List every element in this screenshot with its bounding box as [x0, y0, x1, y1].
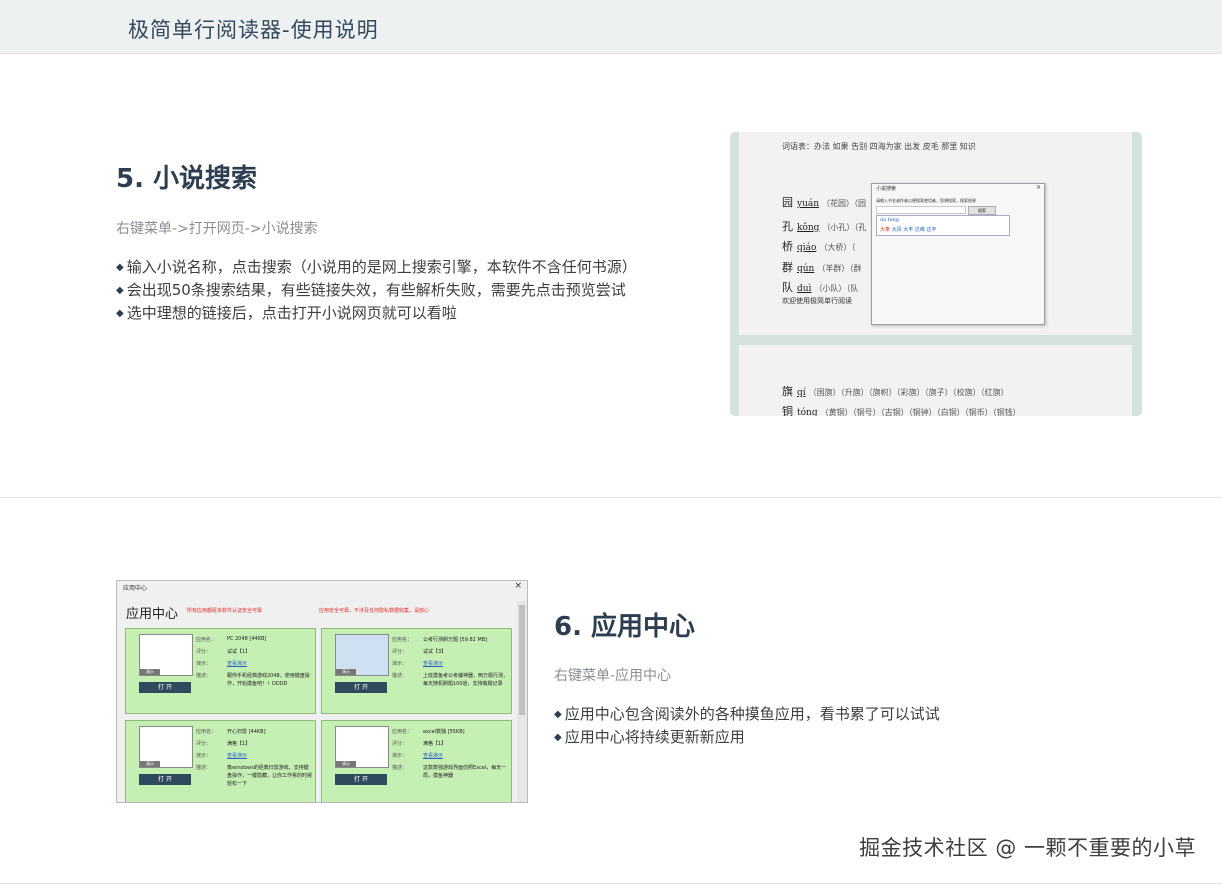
- open-button[interactable]: 打 开: [335, 774, 387, 785]
- app-rating: 试试【3】: [423, 649, 447, 655]
- suggestion-item[interactable]: 达丰: [926, 227, 936, 233]
- app-center-heading: 应用中心: [126, 607, 179, 622]
- suggestion-item[interactable]: 大奉: [880, 227, 890, 233]
- top-bar: 极简单行阅读器-使用说明: [0, 0, 1222, 54]
- app-rating: 满格【1】: [423, 741, 447, 747]
- demo-link[interactable]: 查看演示: [423, 752, 443, 759]
- hanzi-row: 园 yuán （花园）（园: [782, 196, 867, 209]
- app-card: 演示 打 开 应用名： 公考行测刷万题 [59.82 MB] 评分： 试试【3】…: [321, 628, 512, 714]
- hanzi-row: 孔 kǒng （小孔）（孔: [782, 220, 867, 233]
- app-description: 跟你手机经典游戏2048，使用键盘操作，开始摸鱼吧！！DDDD: [227, 673, 310, 687]
- search-dialog: 小说搜索 × 请输入书名或作者以便搜索使用者，您想搜索，搜索结果 搜索 da f…: [871, 183, 1045, 325]
- close-icon[interactable]: ×: [1036, 184, 1041, 191]
- diamond-icon: ◆: [554, 709, 562, 720]
- notice-text: 所有应用都经本软件认证安全可靠: [187, 608, 263, 614]
- hanzi-row: 队 duì （小队）（队: [782, 281, 859, 294]
- section-divider: [0, 497, 1222, 498]
- close-icon[interactable]: ×: [514, 581, 522, 591]
- reader-page: 词语表：办法 如果 告别 四海为家 出发 皮毛 那里 知识 园 yuán （花园）（…: [739, 132, 1132, 335]
- bullet-item: ◆ 会出现50条搜索结果，有些链接失效，有些解析失败，需要先点击预览尝试: [116, 281, 626, 299]
- section-6-title: 6. 应用中心: [554, 612, 696, 642]
- diamond-icon: ◆: [116, 262, 124, 273]
- app-name: PC 2048 [44KB]: [227, 636, 267, 642]
- app-thumbnail: 演示: [139, 726, 193, 768]
- reader-page-2: 旗 qí （国旗）（升旗）（旗帜）（彩旗）（旗子）（校旗）（红旗） 铜 tóng （黄铜…: [739, 345, 1132, 416]
- diamond-icon: ◆: [116, 308, 124, 319]
- app-description: 这款数独游戏界面仿照Excel，每天一局，摸鱼神器: [423, 765, 507, 779]
- hanzi-row: 铜 tóng （黄铜）（铜号）（古铜）（铜钟）（白铜）（铜币）（铜钱）: [782, 405, 1021, 416]
- demo-link[interactable]: 查看演示: [227, 660, 247, 667]
- app-thumbnail: 演示: [335, 634, 389, 676]
- section-5-subtitle: 右键菜单->打开网页->小说搜索: [116, 221, 318, 237]
- query-text: da feng: [880, 217, 900, 223]
- section-6-bullets: ◆ 应用中心包含阅读外的各种摸鱼应用，看书累了可以试试 ◆ 应用中心将持续更新新应用: [554, 703, 940, 749]
- app-rating: 试试【1】: [227, 649, 251, 655]
- open-button[interactable]: 打 开: [139, 774, 191, 785]
- app-center-screenshot: 应用中心 × 应用中心 所有应用都经本软件认证安全可靠 应用安全可靠，不涉及任何…: [116, 580, 528, 803]
- page-title: 极简单行阅读器-使用说明: [128, 18, 379, 42]
- diamond-icon: ◆: [116, 285, 124, 296]
- open-button[interactable]: 打 开: [139, 682, 191, 693]
- open-button[interactable]: 打 开: [335, 682, 387, 693]
- hanzi-row: 桥 qiáo （大桥）（: [782, 240, 856, 253]
- hanzi-row: 群 qún （羊群）（群: [782, 261, 862, 274]
- novel-search-screenshot: 词语表：办法 如果 告别 四海为家 出发 皮毛 那里 知识 园 yuán （花园）（…: [730, 132, 1142, 416]
- scrollbar-thumb[interactable]: [519, 605, 525, 715]
- app-card: 演示 打 开 应用名： 开心扫雷 [44KB] 评分： 满格【1】 演示： 查看…: [125, 720, 316, 802]
- app-description: 像windows的经典扫雷游戏，支持键盘操作，一键隐藏，让你工作累的时候轻松一下: [227, 765, 313, 787]
- bullet-item: ◆ 应用中心将持续更新新应用: [554, 728, 745, 746]
- suggestion-item[interactable]: 大风: [892, 227, 902, 233]
- app-description: 上班摸鱼考公考编神器，两万题行测，每天随机刷题100道，支持做题记录: [423, 673, 509, 687]
- app-name: 公考行测刷万题 [59.82 MB]: [423, 637, 488, 643]
- bullet-item: ◆ 输入小说名称，点击搜索（小说用的是网上搜索引擎，本软件不含任何书源）: [116, 258, 637, 276]
- suggestion-item[interactable]: 达峰: [915, 227, 925, 233]
- search-input[interactable]: [876, 206, 966, 214]
- app-name: excel数独 [55KB]: [423, 729, 465, 735]
- app-rating: 满格【1】: [227, 741, 251, 747]
- section-5-title: 5. 小说搜索: [116, 164, 258, 194]
- word-list: 词语表：办法 如果 告别 四海为家 出发 皮毛 那里 知识: [782, 142, 976, 151]
- demo-link[interactable]: 查看演示: [423, 660, 443, 667]
- app-card: 演示 打 开 应用名： excel数独 [55KB] 评分： 满格【1】 演示：…: [321, 720, 512, 802]
- welcome-text: 欢迎使用极简单行阅读: [782, 297, 852, 305]
- app-card: 演示 打 开 应用名： PC 2048 [44KB] 评分： 试试【1】 演示：…: [125, 628, 316, 714]
- app-thumbnail: 演示: [139, 634, 193, 676]
- app-name: 开心扫雷 [44KB]: [227, 729, 266, 735]
- suggestion-options: 大奉 大风 大丰 达峰 达丰: [880, 226, 936, 233]
- hanzi-row: 旗 qí （国旗）（升旗）（旗帜）（彩旗）（旗子）（校旗）（红旗）: [782, 385, 1009, 398]
- scrollbar[interactable]: [517, 601, 527, 802]
- notice-text: 应用安全可靠，不涉及任何隐私数据收集，请放心: [319, 608, 430, 614]
- section-5-bullets: ◆ 输入小说名称，点击搜索（小说用的是网上搜索引擎，本软件不含任何书源） ◆ 会出现…: [116, 256, 637, 325]
- search-button[interactable]: 搜索: [968, 206, 996, 215]
- window-title: 应用中心: [123, 585, 148, 592]
- dialog-hint: 请输入书名或作者以便搜索使用者，您想搜索，搜索结果: [876, 198, 976, 203]
- section-6-subtitle: 右键菜单-应用中心: [554, 668, 672, 684]
- demo-link[interactable]: 查看演示: [227, 752, 247, 759]
- section-divider: [0, 883, 1222, 884]
- bullet-item: ◆ 选中理想的链接后，点击打开小说网页就可以看啦: [116, 304, 457, 322]
- watermark: 掘金技术社区 @ 一颗不重要的小草: [859, 836, 1196, 860]
- app-thumbnail: 演示: [335, 726, 389, 768]
- suggestion-item[interactable]: 大丰: [903, 227, 913, 233]
- diamond-icon: ◆: [554, 732, 562, 743]
- dialog-title: 小说搜索: [876, 186, 897, 192]
- bullet-item: ◆ 应用中心包含阅读外的各种摸鱼应用，看书累了可以试试: [554, 705, 940, 723]
- suggestion-box: da feng 大奉 大风 大丰 达峰 达丰: [876, 215, 1010, 236]
